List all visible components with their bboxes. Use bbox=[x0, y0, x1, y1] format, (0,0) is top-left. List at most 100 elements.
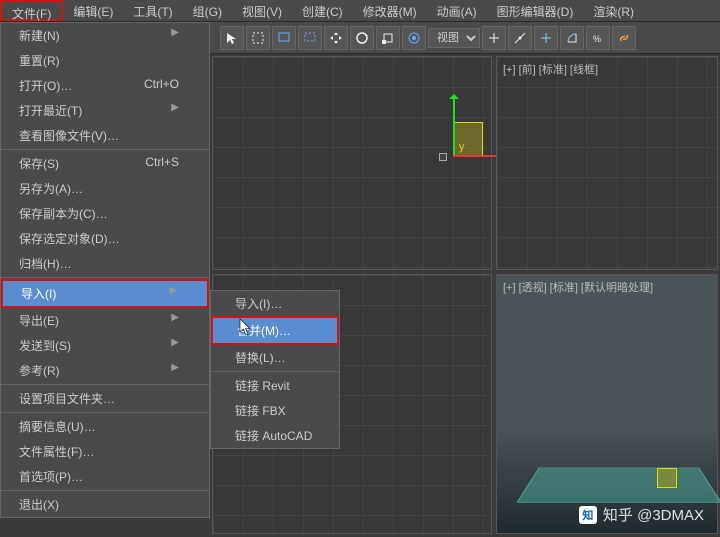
menu-shortcut: Ctrl+O bbox=[144, 77, 179, 94]
yellow-box-geom bbox=[453, 122, 483, 157]
separator bbox=[211, 371, 339, 372]
file-menu-item-13[interactable]: 导出(E) ▶ bbox=[1, 308, 209, 333]
separator bbox=[1, 490, 209, 491]
tool-crossing[interactable] bbox=[298, 26, 322, 50]
origin-handle bbox=[439, 153, 447, 161]
file-menu-item-6[interactable]: 保存(S) Ctrl+S bbox=[1, 151, 209, 176]
separator bbox=[1, 412, 209, 413]
menu-label: 退出(X) bbox=[19, 496, 59, 513]
menu-label: 保存副本为(C)… bbox=[19, 205, 108, 222]
viewport-bottom-right[interactable]: [+] [透视] [标准] [默认明暗处理] bbox=[496, 274, 718, 534]
menu-label: 文件属性(F)… bbox=[19, 443, 94, 460]
import-submenu: 导入(I)…合并(M)…替换(L)… 链接 Revit链接 FBX链接 AutoC… bbox=[210, 290, 340, 449]
file-menu-item-23[interactable]: 退出(X) bbox=[1, 492, 209, 517]
axis-y bbox=[453, 97, 455, 157]
file-menu-item-7[interactable]: 另存为(A)… bbox=[1, 176, 209, 201]
menu-9[interactable]: 渲染(R) bbox=[583, 0, 644, 21]
svg-text:%: % bbox=[593, 34, 601, 44]
menu-3[interactable]: 组(G) bbox=[183, 0, 232, 21]
import-sub-item-0[interactable]: 导入(I)… bbox=[211, 291, 339, 316]
import-sub-item-5[interactable]: 链接 FBX bbox=[211, 398, 339, 423]
menu-label: 归档(H)… bbox=[19, 255, 72, 272]
tool-angle-snap[interactable] bbox=[560, 26, 584, 50]
tool-rect-select[interactable] bbox=[246, 26, 270, 50]
separator bbox=[1, 149, 209, 150]
menu-label: 导入(I) bbox=[21, 285, 56, 302]
menu-0[interactable]: 文件(F) bbox=[0, 0, 63, 21]
tool-scale[interactable] bbox=[376, 26, 400, 50]
submenu-arrow-icon: ▶ bbox=[171, 362, 179, 379]
file-menu-item-8[interactable]: 保存副本为(C)… bbox=[1, 201, 209, 226]
menu-label: 新建(N) bbox=[19, 27, 60, 44]
tool-window[interactable] bbox=[272, 26, 296, 50]
menu-label: 查看图像文件(V)… bbox=[19, 127, 119, 144]
file-menu-item-12[interactable]: 导入(I) ▶ bbox=[1, 279, 209, 308]
menu-7[interactable]: 动画(A) bbox=[427, 0, 487, 21]
menu-shortcut: Ctrl+S bbox=[145, 155, 179, 172]
tool-snap-3[interactable] bbox=[534, 26, 558, 50]
zhihu-icon: 知 bbox=[579, 506, 597, 524]
viewport-label-br: [+] [透视] [标准] [默认明暗处理] bbox=[503, 279, 653, 295]
menu-label: 设置项目文件夹… bbox=[19, 390, 115, 407]
file-menu-item-17[interactable]: 设置项目文件夹… bbox=[1, 386, 209, 411]
tool-link[interactable] bbox=[612, 26, 636, 50]
viewport-top-right[interactable]: [+] [前] [标准] [线框] bbox=[496, 56, 718, 270]
tool-select-btn[interactable] bbox=[220, 26, 244, 50]
viewport-top-left[interactable]: y x bbox=[212, 56, 492, 270]
file-menu-item-0[interactable]: 新建(N) ▶ bbox=[1, 23, 209, 48]
menu-label: 打开最近(T) bbox=[19, 102, 82, 119]
tool-ref[interactable] bbox=[402, 26, 426, 50]
menu-label: 参考(R) bbox=[19, 362, 60, 379]
menubar: 文件(F)编辑(E)工具(T)组(G)视图(V)创建(C)修改器(M)动画(A)… bbox=[0, 0, 720, 22]
menu-6[interactable]: 修改器(M) bbox=[353, 0, 427, 21]
menu-label: 另存为(A)… bbox=[19, 180, 83, 197]
import-sub-item-1[interactable]: 合并(M)… bbox=[211, 316, 339, 345]
file-menu-item-19[interactable]: 摘要信息(U)… bbox=[1, 414, 209, 439]
import-sub-item-6[interactable]: 链接 AutoCAD bbox=[211, 423, 339, 448]
file-menu-item-15[interactable]: 参考(R) ▶ bbox=[1, 358, 209, 383]
tool-move[interactable] bbox=[324, 26, 348, 50]
file-menu-item-9[interactable]: 保存选定对象(D)… bbox=[1, 226, 209, 251]
watermark-text: 知乎 @3DMAX bbox=[603, 504, 704, 525]
import-sub-item-2[interactable]: 替换(L)… bbox=[211, 345, 339, 370]
separator bbox=[1, 277, 209, 278]
tool-rotate[interactable] bbox=[350, 26, 374, 50]
menu-4[interactable]: 视图(V) bbox=[232, 0, 292, 21]
file-menu-item-1[interactable]: 重置(R) bbox=[1, 48, 209, 73]
submenu-arrow-icon: ▶ bbox=[169, 285, 177, 302]
menu-label: 发送到(S) bbox=[19, 337, 71, 354]
submenu-arrow-icon: ▶ bbox=[171, 102, 179, 119]
menu-5[interactable]: 创建(C) bbox=[292, 0, 353, 21]
file-menu-item-10[interactable]: 归档(H)… bbox=[1, 251, 209, 276]
file-menu-item-3[interactable]: 打开最近(T) ▶ bbox=[1, 98, 209, 123]
viewport-label-tr: [+] [前] [标准] [线框] bbox=[503, 61, 598, 77]
tool-snap-2[interactable] bbox=[508, 26, 532, 50]
file-menu-item-14[interactable]: 发送到(S) ▶ bbox=[1, 333, 209, 358]
menu-label: 导出(E) bbox=[19, 312, 59, 329]
tool-percent-snap[interactable]: % bbox=[586, 26, 610, 50]
menu-label: 保存选定对象(D)… bbox=[19, 230, 120, 247]
watermark: 知 知乎 @3DMAX bbox=[579, 504, 704, 525]
submenu-arrow-icon: ▶ bbox=[171, 312, 179, 329]
menu-label: 打开(O)… bbox=[19, 77, 72, 94]
file-menu-item-4[interactable]: 查看图像文件(V)… bbox=[1, 123, 209, 148]
separator bbox=[1, 384, 209, 385]
tool-snap-1[interactable] bbox=[482, 26, 506, 50]
file-menu-item-20[interactable]: 文件属性(F)… bbox=[1, 439, 209, 464]
file-menu-item-21[interactable]: 首选项(P)… bbox=[1, 464, 209, 489]
submenu-arrow-icon: ▶ bbox=[171, 337, 179, 354]
import-sub-item-4[interactable]: 链接 Revit bbox=[211, 373, 339, 398]
perspective-geometry bbox=[657, 468, 677, 488]
menu-2[interactable]: 工具(T) bbox=[123, 0, 182, 21]
view-dropdown[interactable]: 视图 bbox=[428, 28, 480, 48]
menu-label: 保存(S) bbox=[19, 155, 59, 172]
axis-y-label: y bbox=[459, 141, 465, 153]
menu-8[interactable]: 图形编辑器(D) bbox=[487, 0, 584, 21]
perspective-floor bbox=[516, 468, 720, 503]
file-menu-item-2[interactable]: 打开(O)… Ctrl+O bbox=[1, 73, 209, 98]
cursor-icon bbox=[238, 318, 252, 339]
menu-1[interactable]: 编辑(E) bbox=[63, 0, 123, 21]
menu-label: 首选项(P)… bbox=[19, 468, 83, 485]
submenu-arrow-icon: ▶ bbox=[171, 27, 179, 44]
menu-label: 摘要信息(U)… bbox=[19, 418, 96, 435]
